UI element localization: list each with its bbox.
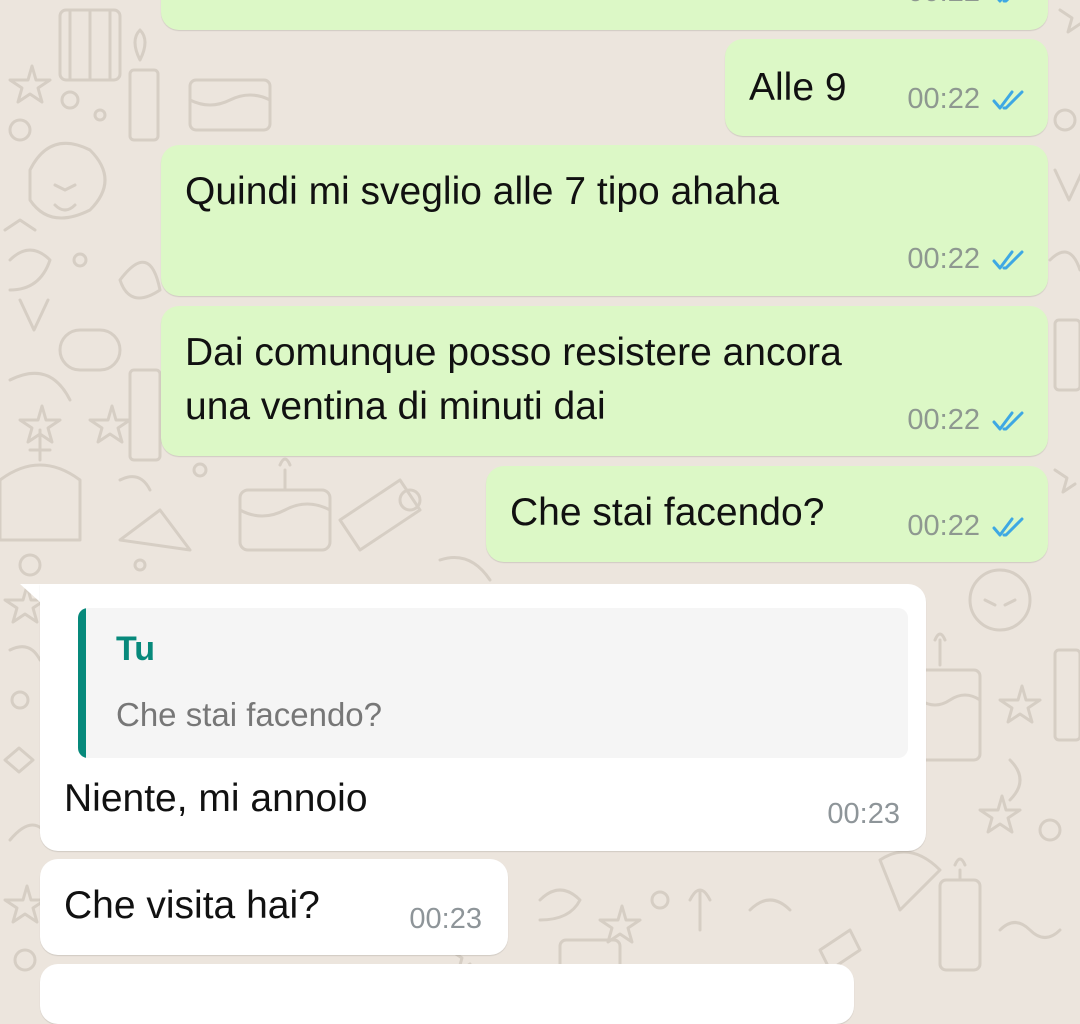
message-bubble-incoming[interactable]: Che visita hai? 00:23 (40, 859, 508, 955)
message-time: 00:22 (907, 404, 980, 436)
double-check-read-icon (992, 411, 1024, 430)
double-check-read-icon (992, 250, 1024, 269)
quoted-text: Che stai facendo? (116, 696, 383, 733)
message-time: 00:22 (907, 83, 980, 115)
double-check-read-icon (992, 90, 1024, 109)
message-meta: 00:22 (907, 83, 1026, 116)
quote-accent-bar (78, 608, 86, 758)
message-bubble-outgoing[interactable]: Alle 9 00:22 (725, 39, 1048, 136)
message-bubble-outgoing[interactable]: Quindi mi sveglio alle 7 tipo ahaha 00:2… (161, 145, 1048, 296)
message-time: 00:22 (907, 510, 980, 542)
message-time: 00:23 (409, 903, 482, 935)
message-text: Niente, mi annoio (64, 777, 368, 820)
quoted-message[interactable]: Tu Che stai facendo? (78, 608, 908, 758)
message-bubble-incoming[interactable] (40, 964, 854, 1024)
message-meta: 00:23 (827, 798, 900, 831)
double-check-read-icon (997, 0, 1009, 2)
message-text: Che visita hai? (64, 884, 320, 927)
quoted-author: Tu (116, 630, 156, 668)
message-bubble-outgoing[interactable]: Che stai facendo? 00:22 (486, 466, 1048, 562)
message-bubble-outgoing[interactable]: 00:22 (161, 0, 1048, 30)
message-meta: 00:22 (907, 243, 1026, 276)
message-text: Che stai facendo? (510, 491, 825, 534)
message-meta: 00:22 (907, 510, 1026, 543)
message-time: 00:22 (907, 243, 980, 275)
message-meta: 00:22 (907, 0, 1026, 9)
message-text-line-1: Dai comunque posso resistere ancora (185, 331, 842, 374)
message-bubble-incoming-reply[interactable]: Tu Che stai facendo? Niente, mi annoio 0… (40, 584, 926, 851)
message-text-line-2: una ventina di minuti dai (185, 385, 606, 428)
message-time: 00:22 (907, 0, 980, 9)
message-bubble-outgoing[interactable]: Dai comunque posso resistere ancora una … (161, 306, 1048, 456)
message-meta: 00:22 (907, 404, 1026, 437)
message-text: Quindi mi sveglio alle 7 tipo ahaha (185, 170, 780, 213)
message-text: Alle 9 (749, 66, 847, 109)
message-time: 00:23 (827, 798, 900, 830)
message-meta: 00:23 (409, 903, 482, 936)
double-check-read-icon (992, 517, 1024, 536)
